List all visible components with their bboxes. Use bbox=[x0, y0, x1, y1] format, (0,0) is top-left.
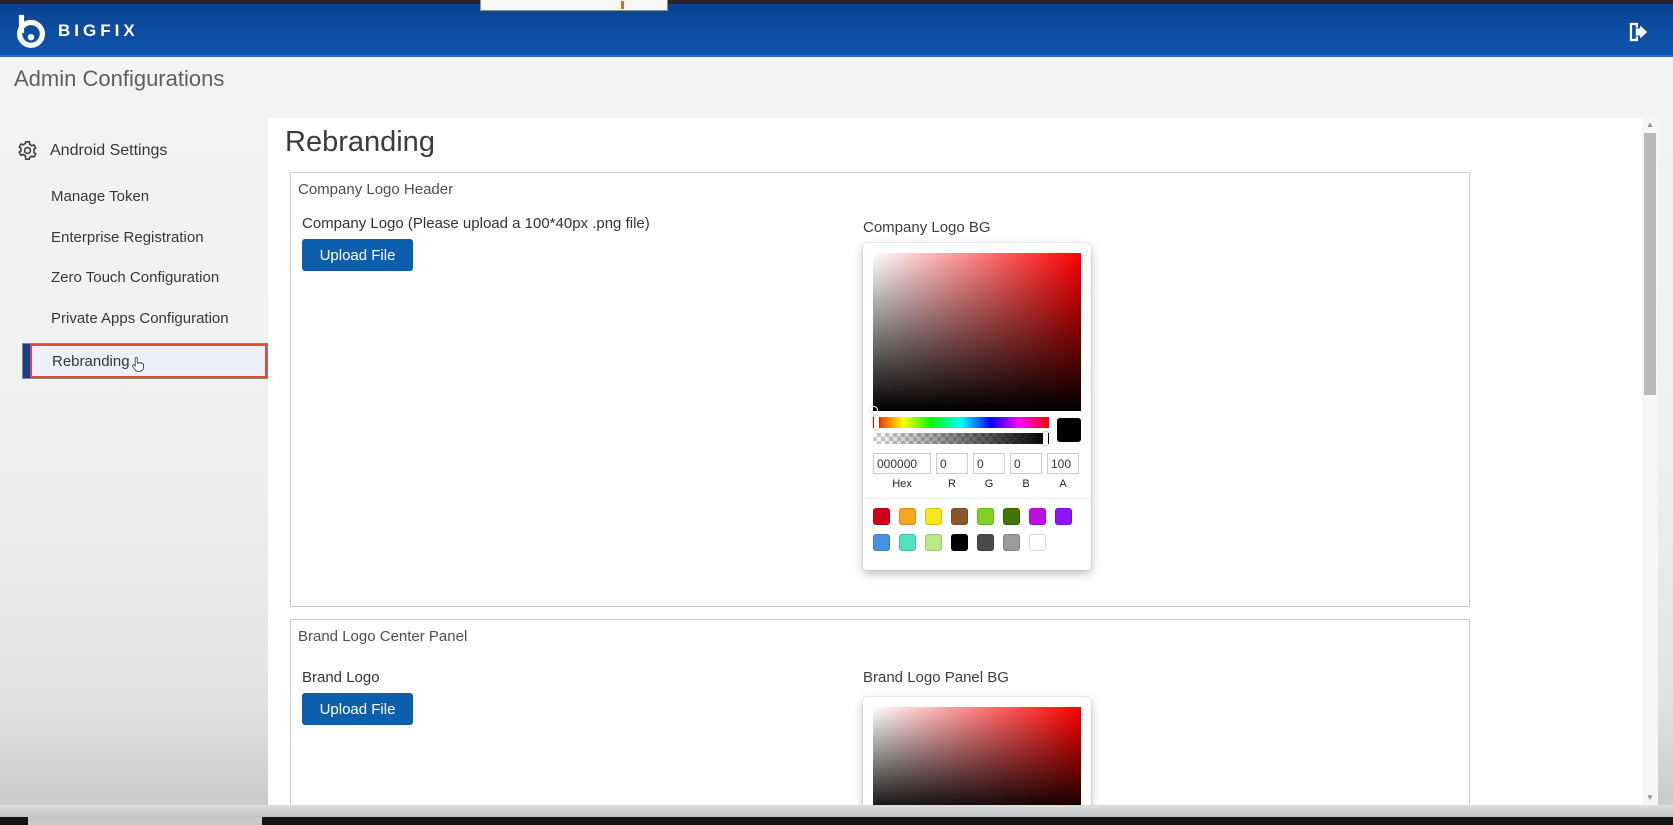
company-logo-header-panel: Company Logo Header Company Logo (Please… bbox=[290, 172, 1470, 607]
color-swatch[interactable] bbox=[899, 534, 916, 551]
g-field: G bbox=[973, 453, 1005, 490]
b-label: B bbox=[1010, 478, 1042, 490]
color-swatch[interactable] bbox=[951, 534, 968, 551]
a-input[interactable] bbox=[1047, 453, 1079, 474]
sidebar-item-enterprise-registration[interactable]: Enterprise Registration bbox=[51, 229, 204, 246]
preset-swatches bbox=[873, 499, 1089, 560]
sidebar-item-android-settings[interactable]: Android Settings bbox=[17, 140, 167, 161]
scroll-up-arrow[interactable]: ▲ bbox=[1642, 118, 1658, 132]
color-swatch[interactable] bbox=[1029, 508, 1046, 525]
horizontal-scrollbar-track bbox=[0, 805, 1673, 817]
color-swatch[interactable] bbox=[873, 534, 890, 551]
saturation-pointer[interactable] bbox=[870, 406, 878, 414]
brand: BIGFIX bbox=[12, 12, 139, 50]
color-picker bbox=[863, 697, 1091, 805]
brand-name: BIGFIX bbox=[58, 21, 139, 41]
saturation-area[interactable] bbox=[873, 707, 1081, 805]
color-swatch[interactable] bbox=[925, 534, 942, 551]
sidebar-item-label: Rebranding bbox=[52, 353, 130, 370]
b-field: B bbox=[1010, 453, 1042, 490]
color-swatch[interactable] bbox=[977, 534, 994, 551]
color-picker: Hex R G B A bbox=[863, 243, 1091, 570]
r-field: R bbox=[936, 453, 968, 490]
scrollbar-thumb[interactable] bbox=[1644, 133, 1656, 395]
color-swatch[interactable] bbox=[873, 508, 890, 525]
app-root: BIGFIX Admin Configurations Android Sett… bbox=[0, 0, 1673, 825]
app-header: BIGFIX bbox=[0, 4, 1673, 57]
b-input[interactable] bbox=[1010, 453, 1042, 474]
bigfix-logo-icon bbox=[12, 12, 50, 50]
bottom-bar bbox=[0, 817, 1673, 825]
color-swatch[interactable] bbox=[899, 508, 916, 525]
a-label: A bbox=[1047, 478, 1079, 490]
gear-icon bbox=[17, 140, 38, 161]
saturation-black-gradient bbox=[873, 253, 1081, 411]
hue-slider[interactable] bbox=[873, 417, 1049, 428]
upload-file-button[interactable]: Upload File bbox=[302, 693, 413, 725]
color-swatch[interactable] bbox=[1055, 508, 1072, 525]
hand-cursor-icon bbox=[131, 356, 145, 374]
brand-logo-upload-label: Brand Logo bbox=[302, 669, 380, 686]
hue-slider-handle[interactable] bbox=[874, 416, 879, 429]
a-field: A bbox=[1047, 453, 1079, 490]
color-swatch[interactable] bbox=[951, 508, 968, 525]
page-title: Admin Configurations bbox=[14, 66, 224, 92]
color-swatch[interactable] bbox=[1003, 534, 1020, 551]
vertical-scrollbar[interactable]: ▲ ▼ bbox=[1642, 118, 1658, 805]
r-label: R bbox=[936, 478, 968, 490]
panel-title: Company Logo Header bbox=[298, 181, 453, 198]
alpha-slider[interactable] bbox=[873, 433, 1049, 444]
hex-field: Hex bbox=[873, 453, 931, 490]
logout-icon[interactable] bbox=[1627, 22, 1649, 42]
saturation-black-gradient bbox=[873, 707, 1081, 805]
hex-input[interactable] bbox=[873, 453, 931, 474]
saturation-area[interactable] bbox=[873, 253, 1081, 411]
panel-title: Brand Logo Center Panel bbox=[298, 628, 467, 645]
sidebar-item-manage-token[interactable]: Manage Token bbox=[51, 188, 149, 205]
sidebar-item-private-apps-configuration[interactable]: Private Apps Configuration bbox=[51, 310, 229, 327]
main-title: Rebranding bbox=[285, 126, 435, 159]
sidebar-item-label: Android Settings bbox=[50, 142, 167, 160]
browser-notch bbox=[480, 0, 668, 11]
main-content: Rebranding Company Logo Header Company L… bbox=[268, 118, 1642, 805]
color-swatch[interactable] bbox=[977, 508, 994, 525]
sidebar-item-rebranding-highlight: Rebranding bbox=[30, 344, 267, 378]
color-swatch[interactable] bbox=[1029, 534, 1046, 551]
company-logo-upload-label: Company Logo (Please upload a 100*40px .… bbox=[302, 215, 650, 232]
color-swatch[interactable] bbox=[1003, 508, 1020, 525]
company-logo-bg-label: Company Logo BG bbox=[863, 219, 991, 236]
color-swatch[interactable] bbox=[925, 508, 942, 525]
horizontal-scrollbar-thumb[interactable] bbox=[28, 817, 262, 825]
upload-file-button[interactable]: Upload File bbox=[302, 239, 413, 271]
notch-cursor-tick bbox=[621, 1, 624, 9]
scroll-down-arrow[interactable]: ▼ bbox=[1642, 791, 1658, 805]
g-label: G bbox=[973, 478, 1005, 490]
alpha-gradient bbox=[873, 433, 1049, 444]
brand-logo-panel-bg-label: Brand Logo Panel BG bbox=[863, 669, 1009, 686]
r-input[interactable] bbox=[936, 453, 968, 474]
current-color-swatch bbox=[1057, 418, 1081, 442]
letterbox-strip bbox=[0, 0, 1673, 4]
alpha-slider-handle[interactable] bbox=[1043, 432, 1048, 445]
sidebar-item-rebranding[interactable]: Rebranding bbox=[22, 343, 268, 379]
sidebar-item-zero-touch-configuration[interactable]: Zero Touch Configuration bbox=[51, 269, 219, 286]
g-input[interactable] bbox=[973, 453, 1005, 474]
brand-logo-center-panel: Brand Logo Center Panel Brand Logo Uploa… bbox=[290, 619, 1470, 805]
hex-label: Hex bbox=[873, 478, 931, 490]
